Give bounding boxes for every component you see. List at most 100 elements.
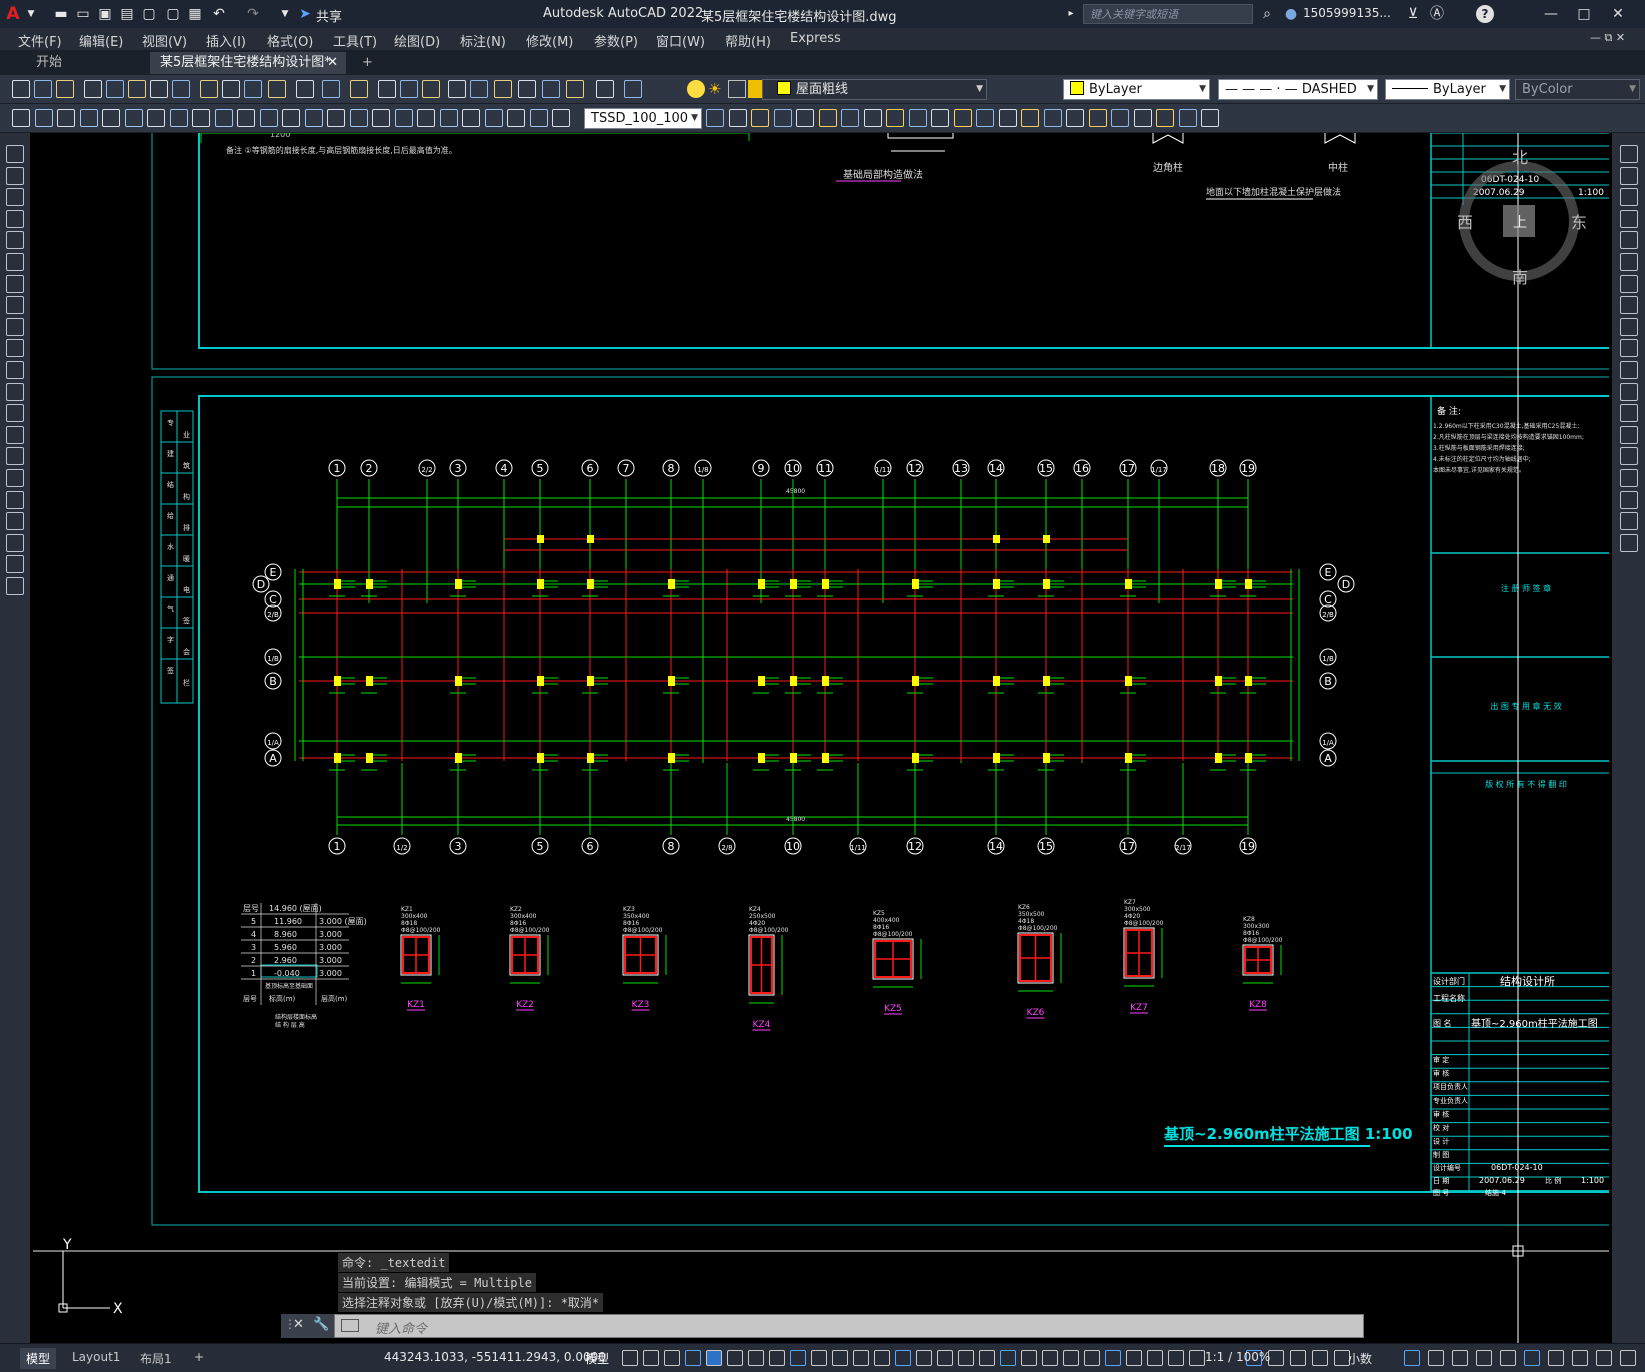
compass-west[interactable]: 西 [1457, 213, 1473, 232]
save-web-icon[interactable]: ▢ [164, 5, 182, 23]
plotstyle-dropdown[interactable]: ByColor ▼ [1515, 79, 1640, 100]
standard-tool-4-icon[interactable] [84, 80, 102, 98]
status-toggle-16-icon[interactable] [937, 1350, 953, 1366]
status-toggle-8-icon[interactable] [769, 1350, 785, 1366]
compass-south[interactable]: 南 [1512, 268, 1528, 287]
dim-tool-7-icon[interactable] [147, 109, 165, 127]
help-icon[interactable]: ? [1476, 5, 1494, 23]
standard-tool-18-icon[interactable] [422, 80, 440, 98]
close-command-icon[interactable]: ✕ [293, 1317, 304, 1332]
modify-tool-12-icon[interactable] [1620, 382, 1638, 401]
standard-tool-1-icon[interactable] [12, 80, 30, 98]
app-menu-chevron-icon[interactable]: ▼ [22, 5, 40, 23]
modify-tool-1-icon[interactable] [706, 109, 724, 127]
dim-tool-3-icon[interactable] [57, 109, 75, 127]
draw-tool-10-icon[interactable] [6, 339, 24, 358]
standard-tool-13-icon[interactable] [296, 80, 314, 98]
menu-insert[interactable]: 插入(I) [206, 31, 246, 50]
units-display[interactable]: 小数 [1342, 1348, 1378, 1369]
status-toggle-13-icon[interactable] [874, 1350, 890, 1366]
dim-tool-22-icon[interactable] [485, 109, 503, 127]
coordinate-readout[interactable]: 443243.1033, -551411.2943, 0.0000 [378, 1348, 612, 1366]
dim-tool-21-icon[interactable] [462, 109, 480, 127]
draw-tool-19-icon[interactable] [6, 533, 24, 552]
status-toggle-26-icon[interactable] [1147, 1350, 1163, 1366]
standard-tool-15-icon[interactable] [350, 80, 368, 98]
modify-tool-10-icon[interactable] [1620, 339, 1638, 358]
draw-tool-20-icon[interactable] [6, 555, 24, 574]
standard-tool-9-icon[interactable] [200, 80, 218, 98]
minimize-icon[interactable]: — [1536, 4, 1566, 24]
share-icon[interactable]: ➤ [296, 5, 314, 23]
standard-tool-14-icon[interactable] [322, 80, 340, 98]
tab-close-icon[interactable]: ✕ [327, 52, 338, 74]
standard-tool-23-icon[interactable] [542, 80, 560, 98]
viewcube-top-label[interactable]: 上 [1513, 215, 1527, 231]
search-expand-icon[interactable]: ▸ [1062, 5, 1080, 23]
status-toggle-38-icon[interactable] [1500, 1350, 1516, 1366]
status-toggle-7-icon[interactable] [748, 1350, 764, 1366]
draw-tool-1-icon[interactable] [6, 145, 24, 163]
search-input[interactable]: 键入关键字或短语 [1083, 4, 1253, 24]
menu-format[interactable]: 格式(O) [267, 31, 313, 50]
modify-tool-2-icon[interactable] [1620, 166, 1638, 185]
modify-tool-10-icon[interactable] [909, 109, 927, 127]
modify-tool-9-icon[interactable] [1620, 317, 1638, 336]
standard-tool-20-icon[interactable] [470, 80, 488, 98]
dim-tool-23-icon[interactable] [507, 109, 525, 127]
dim-tool-9-icon[interactable] [192, 109, 210, 127]
draw-tool-8-icon[interactable] [6, 296, 24, 315]
status-toggle-5-icon[interactable] [706, 1350, 722, 1366]
dim-tool-10-icon[interactable] [215, 109, 233, 127]
standard-tool-11-icon[interactable] [244, 80, 262, 98]
standard-tool-2-icon[interactable] [34, 80, 52, 98]
status-toggle-37-icon[interactable] [1476, 1350, 1492, 1366]
status-toggle-3-icon[interactable] [664, 1350, 680, 1366]
status-toggle-36-icon[interactable] [1452, 1350, 1468, 1366]
modify-tool-12-icon[interactable] [954, 109, 972, 127]
layer-on-icon[interactable] [687, 80, 705, 98]
standard-tool-3-icon[interactable] [56, 80, 74, 98]
standard-tool-6-icon[interactable] [128, 80, 146, 98]
modify-tool-13-icon[interactable] [1620, 404, 1638, 423]
draw-tool-14-icon[interactable] [6, 425, 24, 444]
modify-tool-5-icon[interactable] [1620, 231, 1638, 250]
modify-tool-14-icon[interactable] [999, 109, 1017, 127]
cart-icon[interactable]: ⊻ [1404, 5, 1422, 23]
standard-tool-22-icon[interactable] [518, 80, 536, 98]
status-toggle-6-icon[interactable] [727, 1350, 743, 1366]
standard-tool-24-icon[interactable] [566, 80, 584, 98]
compass-north[interactable]: 北 [1512, 148, 1528, 167]
layer-match-icon[interactable] [1012, 80, 1030, 98]
modify-tool-11-icon[interactable] [1620, 361, 1638, 379]
menu-tools[interactable]: 工具(T) [333, 31, 377, 50]
standard-tool-16-icon[interactable] [378, 80, 396, 98]
standard-tool-7-icon[interactable] [150, 80, 168, 98]
modify-tool-18-icon[interactable] [1089, 109, 1107, 127]
standard-tool-10-icon[interactable] [222, 80, 240, 98]
status-toggle-41-icon[interactable] [1572, 1350, 1588, 1366]
menu-help[interactable]: 帮助(H) [725, 31, 771, 50]
modify-tool-2-icon[interactable] [729, 109, 747, 127]
status-toggle-34-icon[interactable] [1404, 1350, 1420, 1366]
dim-tool-1-icon[interactable] [12, 109, 30, 127]
modify-tool-18-icon[interactable] [1620, 512, 1638, 531]
dim-tool-2-icon[interactable] [35, 109, 53, 127]
standard-tool-5-icon[interactable] [106, 80, 124, 98]
standard-tool-26-icon[interactable] [624, 80, 642, 98]
modify-tool-9-icon[interactable] [886, 109, 904, 127]
modify-tool-19-icon[interactable] [1111, 109, 1129, 127]
status-toggle-18-icon[interactable] [979, 1350, 995, 1366]
status-toggle-43-icon[interactable] [1620, 1350, 1636, 1366]
status-toggle-25-icon[interactable] [1126, 1350, 1142, 1366]
status-toggle-12-icon[interactable] [853, 1350, 869, 1366]
dim-tool-24-icon[interactable] [530, 109, 548, 127]
modify-tool-22-icon[interactable] [1179, 109, 1197, 127]
draw-tool-4-icon[interactable] [6, 209, 24, 228]
draw-tool-17-icon[interactable] [6, 490, 24, 509]
dim-tool-16-icon[interactable] [350, 109, 368, 127]
status-toggle-19-icon[interactable] [1000, 1350, 1016, 1366]
customize-command-icon[interactable]: 🔧 [313, 1317, 329, 1332]
customize-qat-icon[interactable]: ▼ [276, 5, 294, 23]
status-toggle-1-icon[interactable] [622, 1350, 638, 1366]
